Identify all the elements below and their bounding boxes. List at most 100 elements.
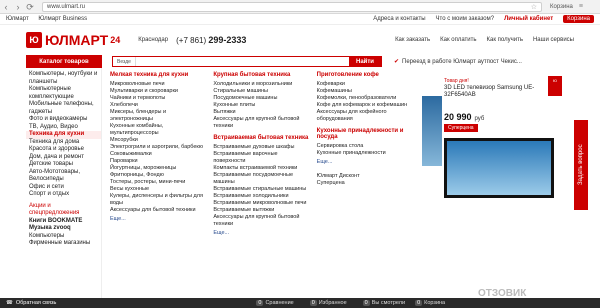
column-heading[interactable]: Приготовление кофе: [317, 72, 414, 78]
menu-item[interactable]: Мультиварки и скороварки: [110, 88, 207, 95]
services-link[interactable]: Наши сервисы: [533, 37, 574, 43]
sidebar-item-auto[interactable]: Авто-Мототовары, Велосипеды: [26, 169, 101, 184]
more-link[interactable]: Еще...: [213, 230, 310, 236]
brand-link[interactable]: Юлмарт: [6, 16, 29, 22]
menu-item[interactable]: Встраиваемые варочные поверхности: [213, 151, 310, 165]
sidebar-item-home[interactable]: Техника для дома: [26, 139, 101, 147]
search-button[interactable]: Найти: [349, 56, 381, 67]
menu-item[interactable]: Встраиваемые духовые шкафы: [213, 144, 310, 151]
menu-item[interactable]: Встраиваемые микроволновые печи: [213, 200, 310, 207]
menu-item[interactable]: Йогуртницы, мороженицы: [110, 165, 207, 172]
search-input[interactable]: [135, 57, 349, 66]
column-heading[interactable]: Крупная бытовая техника: [213, 72, 310, 78]
order-status-link[interactable]: Что с моим заказом?: [436, 16, 495, 22]
menu-item[interactable]: Кофемолки, пенообразователи: [317, 95, 414, 102]
menu-icon[interactable]: ≡: [579, 3, 583, 10]
menu-item[interactable]: Микроволновые печи: [110, 81, 207, 88]
menu-item[interactable]: Хлебопечи: [110, 102, 207, 109]
menu-item[interactable]: Встраиваемые стиральные машины: [213, 186, 310, 193]
contacts-link[interactable]: Адреса и контакты: [373, 16, 425, 22]
menu-item[interactable]: Встраиваемые вытяжки: [213, 207, 310, 214]
menu-item[interactable]: Кухонные принадлежности: [317, 150, 414, 157]
tv-product-image[interactable]: [444, 138, 554, 198]
sidebar-item-tv[interactable]: ТВ, Аудио, Видео: [26, 124, 101, 132]
sidebar-item-zvooq[interactable]: Музыка zvooq: [26, 225, 101, 233]
menu-item[interactable]: Посудомоечные машины: [213, 95, 310, 102]
viewed-button[interactable]: 0 Вы смотрели: [362, 300, 405, 306]
menu-item[interactable]: Аксессуары для кофейного оборудования: [317, 109, 414, 123]
promo-link[interactable]: ✔ Переезд в работе Юлмарт аутпост Чекис..…: [394, 58, 522, 65]
menu-item[interactable]: Аксессуары для крупной бытовой техники: [213, 116, 310, 130]
feedback-button[interactable]: ☎ Обратная связь: [6, 300, 56, 306]
sidebar-item-beauty[interactable]: Красота и здоровье: [26, 146, 101, 154]
menu-item[interactable]: Вытяжки: [213, 109, 310, 116]
favorites-button[interactable]: 0 Избранное: [309, 300, 347, 306]
menu-item[interactable]: Мясорубки: [110, 137, 207, 144]
menu-item[interactable]: Холодильники и морозильники: [213, 81, 310, 88]
sidebar-item-garden[interactable]: Дом, дача и ремонт: [26, 154, 101, 162]
menu-item[interactable]: Кулеры, диспенсеры и фильтры для воды: [110, 193, 207, 207]
brand-business-link[interactable]: Юлмарт Business: [38, 16, 87, 22]
bookmark-star-icon[interactable]: ☆: [531, 3, 537, 11]
menu-item[interactable]: Соковыжималки: [110, 151, 207, 158]
account-link[interactable]: Личный кабинет: [504, 16, 553, 22]
how-to-pay-link[interactable]: Как оплатить: [440, 37, 476, 43]
forward-icon[interactable]: ›: [12, 1, 24, 13]
menu-item[interactable]: Кухонные комбайны, мультипроцессоры: [110, 123, 207, 137]
sidebar-item-computers-promo[interactable]: Компьютеры: [26, 233, 101, 241]
menu-item[interactable]: Кофе для кофеварок и кофемашин: [317, 102, 414, 109]
sidebar-item-bookmate[interactable]: Книги BOOKMATE: [26, 218, 101, 226]
sidebar-item-computers[interactable]: Компьютеры, ноутбуки и планшеты: [26, 71, 101, 86]
more-link[interactable]: Еще...: [317, 159, 414, 165]
more-link[interactable]: Еще...: [110, 216, 207, 222]
sidebar-item-promos[interactable]: Акции и спецпредложения: [26, 203, 101, 218]
menu-item[interactable]: Суперцена: [317, 180, 414, 187]
compare-button[interactable]: 0 Сравнение: [256, 300, 294, 306]
deal-block[interactable]: Товар дня! 3D LED телевизор Samsung UE-3…: [444, 78, 564, 99]
sidebar-item-brand-stores[interactable]: Фирменные магазины: [26, 240, 101, 248]
back-icon[interactable]: ‹: [0, 1, 12, 13]
sidebar-item-phones[interactable]: Мобильные телефоны, гаджеты: [26, 101, 101, 116]
catalog-button[interactable]: Каталог товаров: [26, 55, 102, 68]
menu-item[interactable]: Пароварки: [110, 158, 207, 165]
menu-item[interactable]: Кухонные плиты: [213, 102, 310, 109]
browser-right-label[interactable]: Корзина: [550, 4, 573, 10]
sidebar-item-sport[interactable]: Спорт и отдых: [26, 191, 101, 199]
sidebar-item-kitchen[interactable]: Техника для кухни: [26, 131, 101, 139]
how-to-order-link[interactable]: Как заказать: [395, 37, 430, 43]
menu-item[interactable]: Встраиваемые холодильники: [213, 193, 310, 200]
city-selector[interactable]: Краснодар: [138, 37, 168, 43]
sidebar-item-photo[interactable]: Фото и видеокамеры: [26, 116, 101, 124]
sidebar-item-kids[interactable]: Детские товары: [26, 161, 101, 169]
menu-item[interactable]: Миксеры, блендеры и электроножницы: [110, 109, 207, 123]
menu-item[interactable]: Юлмарт Дисконт: [317, 173, 414, 180]
menu-column-small-kitchen: Мелкая техника для кухни Микроволновые п…: [110, 72, 207, 294]
sidebar-item-office[interactable]: Офис и сети: [26, 184, 101, 192]
menu-item[interactable]: Сервировка стола: [317, 143, 414, 150]
how-to-receive-link[interactable]: Как получить: [487, 37, 523, 43]
column-heading[interactable]: Мелкая техника для кухни: [110, 72, 207, 78]
menu-item[interactable]: Кофеварки: [317, 81, 414, 88]
menu-item[interactable]: Фритюрницы, Фондю: [110, 172, 207, 179]
menu-item[interactable]: Чайники и термопоты: [110, 95, 207, 102]
menu-item[interactable]: Встраиваемые посудомоечные машины: [213, 172, 310, 186]
sidebar-item-components[interactable]: Компьютерные комплектующие: [26, 86, 101, 101]
bottom-cart-button[interactable]: 0 Корзина: [415, 300, 445, 306]
menu-item[interactable]: Аксессуары для бытовой техники: [110, 207, 207, 214]
menu-item[interactable]: Весы кухонные: [110, 186, 207, 193]
logo[interactable]: Ю ЮЛМАРТ 24: [26, 32, 120, 48]
menu-item[interactable]: Электрогрили и аэрогрили, барбекю: [110, 144, 207, 151]
column-heading[interactable]: Кухонные принадлежности и посуда: [317, 128, 414, 140]
menu-item[interactable]: Стиральные машины: [213, 88, 310, 95]
menu-item[interactable]: Кофемашины: [317, 88, 414, 95]
product-title[interactable]: 3D LED телевизор Samsung UE-32F6540AB: [444, 85, 564, 99]
search-scope-select[interactable]: Везде: [113, 57, 136, 66]
column-heading[interactable]: Встраиваемая бытовая техника: [213, 135, 310, 141]
address-bar[interactable]: www.ulmart.ru ☆: [42, 1, 542, 12]
menu-item[interactable]: Компакты встраиваемой техники: [213, 165, 310, 172]
cart-button[interactable]: Корзина: [563, 15, 594, 23]
reload-icon[interactable]: ⟳: [24, 1, 36, 13]
ask-question-tab[interactable]: Задать вопрос: [574, 120, 588, 210]
menu-item[interactable]: Тостеры, ростеры, мини-печи: [110, 179, 207, 186]
menu-item[interactable]: Аксессуары для крупной бытовой техники: [213, 214, 310, 228]
